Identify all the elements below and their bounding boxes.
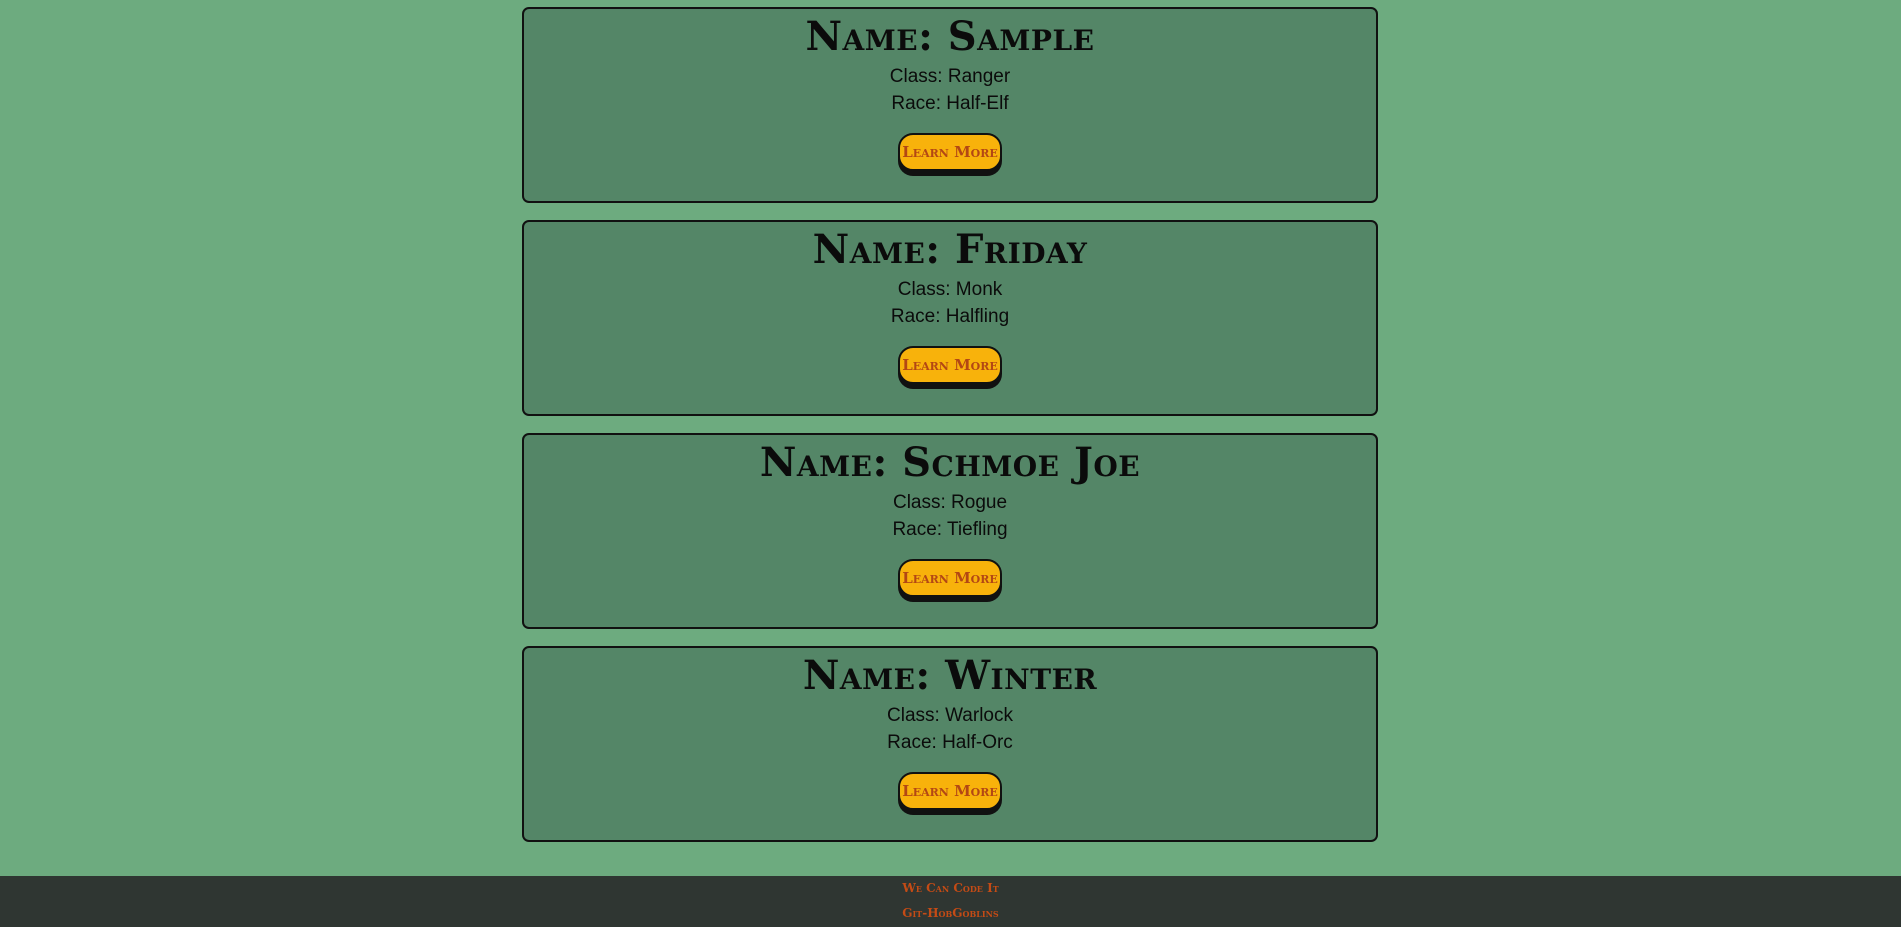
character-card: Name: Winter Class: Warlock Race: Half-O… bbox=[522, 646, 1378, 842]
character-card: Name: Sample Class: Ranger Race: Half-El… bbox=[522, 7, 1378, 203]
character-card: Name: Friday Class: Monk Race: Halfling … bbox=[522, 220, 1378, 416]
learn-more-button[interactable]: Learn More bbox=[898, 772, 1002, 810]
character-name: Name: Winter bbox=[802, 652, 1098, 699]
character-race: Race: Halfling bbox=[890, 306, 1010, 327]
character-race: Race: Half-Elf bbox=[891, 93, 1009, 114]
learn-more-button[interactable]: Learn More bbox=[898, 559, 1002, 597]
character-name: Name: Sample bbox=[805, 13, 1095, 60]
character-class: Class: Rogue bbox=[892, 492, 1008, 513]
character-name: Name: Schmoe Joe bbox=[759, 439, 1141, 486]
character-race: Race: Tiefling bbox=[892, 519, 1008, 540]
character-card: Name: Schmoe Joe Class: Rogue Race: Tief… bbox=[522, 433, 1378, 629]
page-footer: We Can Code It Git-HobGoblins bbox=[0, 876, 1901, 927]
footer-team-link[interactable]: Git-HobGoblins bbox=[0, 901, 1901, 926]
footer-title: We Can Code It bbox=[902, 881, 999, 895]
character-class: Class: Ranger bbox=[889, 66, 1011, 87]
learn-more-button[interactable]: Learn More bbox=[898, 346, 1002, 384]
character-name: Name: Friday bbox=[812, 226, 1088, 273]
character-class: Class: Warlock bbox=[887, 705, 1013, 726]
character-card-list: Name: Sample Class: Ranger Race: Half-El… bbox=[522, 7, 1378, 859]
character-race: Race: Half-Orc bbox=[887, 732, 1013, 753]
learn-more-button[interactable]: Learn More bbox=[898, 133, 1002, 171]
character-class: Class: Monk bbox=[897, 279, 1003, 300]
